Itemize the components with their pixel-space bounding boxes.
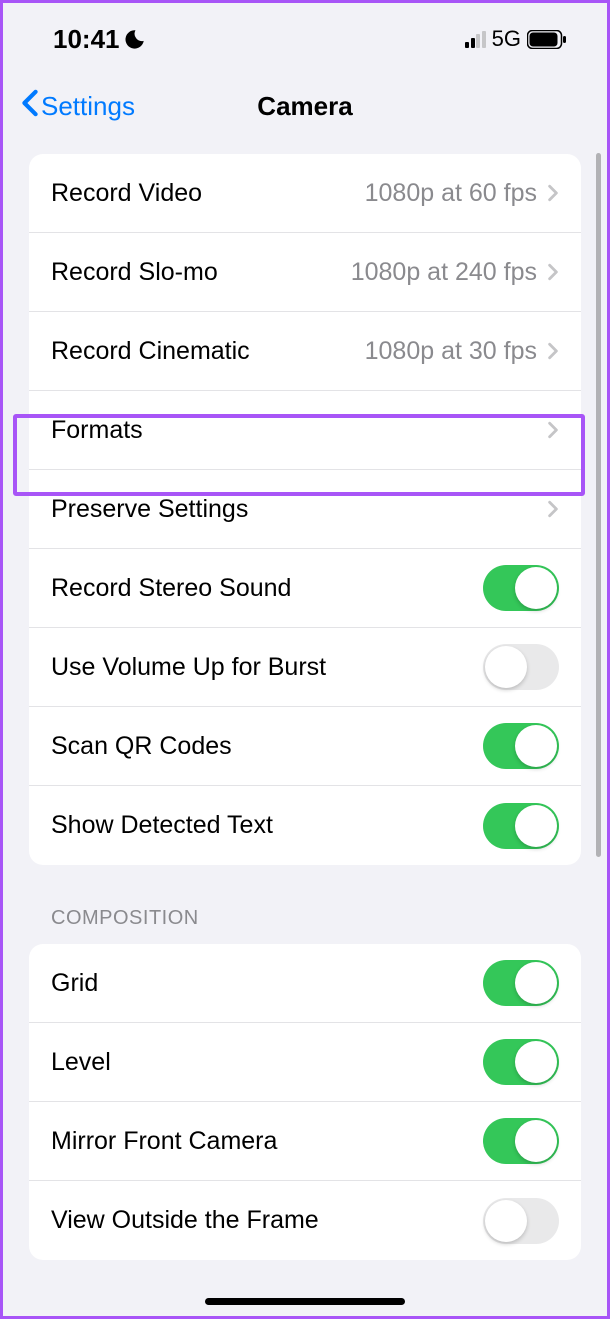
back-button[interactable]: Settings (21, 89, 135, 124)
row-record-video[interactable]: Record Video 1080p at 60 fps (29, 154, 581, 233)
row-value: 1080p at 30 fps (365, 337, 537, 366)
section-header-composition: COMPOSITION (29, 865, 581, 944)
toggle-detected-text[interactable] (483, 803, 559, 849)
row-value: 1080p at 60 fps (365, 179, 537, 208)
chevron-right-icon (547, 184, 559, 202)
row-label: Grid (51, 969, 483, 998)
toggle-record-stereo-sound[interactable] (483, 565, 559, 611)
row-formats[interactable]: Formats (29, 391, 581, 470)
row-detected-text: Show Detected Text (29, 786, 581, 865)
row-label: View Outside the Frame (51, 1206, 483, 1235)
do-not-disturb-icon (124, 28, 146, 50)
row-label: Scan QR Codes (51, 732, 483, 761)
row-label: Mirror Front Camera (51, 1127, 483, 1156)
toggle-level[interactable] (483, 1039, 559, 1085)
toggle-grid[interactable] (483, 960, 559, 1006)
row-label: Preserve Settings (51, 495, 547, 524)
status-bar: 10:41 5G (3, 3, 607, 65)
row-mirror-front: Mirror Front Camera (29, 1102, 581, 1181)
page-title: Camera (257, 91, 352, 122)
chevron-right-icon (547, 421, 559, 439)
row-label: Use Volume Up for Burst (51, 653, 483, 682)
home-indicator[interactable] (205, 1298, 405, 1305)
row-label: Record Video (51, 179, 365, 208)
toggle-volume-burst[interactable] (483, 644, 559, 690)
row-volume-burst: Use Volume Up for Burst (29, 628, 581, 707)
back-label: Settings (41, 91, 135, 122)
toggle-view-outside-frame[interactable] (483, 1198, 559, 1244)
row-label: Formats (51, 416, 547, 445)
row-level: Level (29, 1023, 581, 1102)
composition-group: Grid Level Mirror Front Camera View Outs… (29, 944, 581, 1260)
row-preserve-settings[interactable]: Preserve Settings (29, 470, 581, 549)
row-record-stereo-sound: Record Stereo Sound (29, 549, 581, 628)
toggle-mirror-front[interactable] (483, 1118, 559, 1164)
status-time: 10:41 (53, 24, 120, 55)
chevron-right-icon (547, 342, 559, 360)
battery-icon (527, 30, 567, 49)
row-label: Record Slo-mo (51, 258, 351, 287)
chevron-left-icon (21, 89, 39, 124)
row-grid: Grid (29, 944, 581, 1023)
row-record-slomo[interactable]: Record Slo-mo 1080p at 240 fps (29, 233, 581, 312)
scroll-indicator[interactable] (596, 153, 601, 857)
camera-settings-group: Record Video 1080p at 60 fps Record Slo-… (29, 154, 581, 865)
toggle-scan-qr[interactable] (483, 723, 559, 769)
chevron-right-icon (547, 263, 559, 281)
chevron-right-icon (547, 500, 559, 518)
network-type: 5G (492, 26, 521, 52)
row-scan-qr: Scan QR Codes (29, 707, 581, 786)
cellular-signal-icon (465, 31, 486, 48)
row-label: Level (51, 1048, 483, 1077)
row-label: Show Detected Text (51, 811, 483, 840)
nav-header: Settings Camera (3, 65, 607, 154)
row-record-cinematic[interactable]: Record Cinematic 1080p at 30 fps (29, 312, 581, 391)
row-label: Record Stereo Sound (51, 574, 483, 603)
row-value: 1080p at 240 fps (351, 258, 537, 287)
row-label: Record Cinematic (51, 337, 365, 366)
row-view-outside-frame: View Outside the Frame (29, 1181, 581, 1260)
